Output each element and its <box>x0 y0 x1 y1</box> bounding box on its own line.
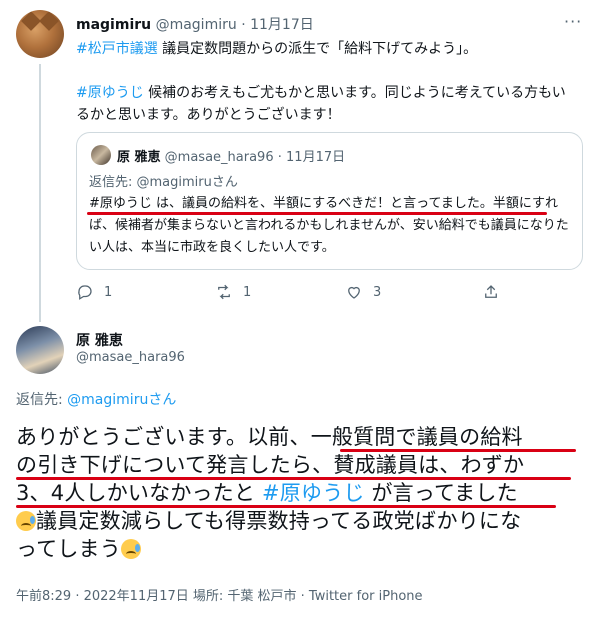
thread-line <box>39 64 41 322</box>
share-button[interactable] <box>482 283 500 301</box>
red-underline <box>340 449 576 452</box>
red-underline <box>87 212 547 215</box>
text-line: ありがとうございます。以前、一般質問で議員の給料 <box>16 425 523 449</box>
quoted-display-name: 原 雅恵 <box>117 150 161 165</box>
reply-icon <box>78 285 92 300</box>
quoted-text: #原ゆうじ は、議員の給料を、半額にするべきだ！と言ってました。半額にすれば、候… <box>89 196 569 255</box>
tweet-text: ありがとうございます。以前、一般質問で議員の給料 の引き下げについて発言したら、… <box>16 423 586 563</box>
display-name[interactable]: magimiru <box>76 17 151 33</box>
quoted-date: 11月17日 <box>286 150 346 165</box>
tweet-date[interactable]: 11月17日 <box>250 17 314 33</box>
separator-dot: · <box>241 17 246 33</box>
display-name[interactable]: 原 雅恵 <box>76 330 123 350</box>
quoted-avatar <box>91 145 111 165</box>
sad-face-emoji-icon <box>16 511 36 531</box>
hashtag-link[interactable]: #松戸市議選 <box>76 41 158 57</box>
text-line: 議員定数減らしても得票数持ってる政党ばかりにな <box>16 507 586 535</box>
text-line: ってしまう <box>16 535 586 563</box>
heart-icon <box>348 286 360 299</box>
tweet-header: magimiru @magimiru · 11月17日 <box>76 14 314 34</box>
retweet-icon <box>218 284 230 300</box>
share-icon <box>485 285 497 298</box>
red-underline <box>16 477 571 480</box>
quoted-handle: @masae_hara96 <box>164 150 274 165</box>
cat-ear-right <box>39 11 59 31</box>
quoted-reply-to: 返信先: @magimiruさん <box>89 175 238 190</box>
user-handle[interactable]: @magimiru <box>156 17 237 33</box>
text-line: 3、4人しかいなかったと #原ゆうじ が言ってました <box>16 481 518 505</box>
hashtag-link[interactable]: #原ゆうじ <box>262 481 365 505</box>
avatar[interactable] <box>16 326 64 374</box>
tweet-metadata: 午前8:29 · 2022年11月17日 場所: 千葉 松戸市 · Twitte… <box>16 589 423 604</box>
tweet-text: #松戸市議選 議員定数問題からの派生で「給料下げてみよう」。 #原ゆうじ 候補の… <box>76 41 566 123</box>
more-options-icon[interactable]: ··· <box>564 12 582 31</box>
like-button[interactable]: 3 <box>345 283 381 301</box>
cat-ear-left <box>21 11 41 31</box>
sad-face-emoji-icon <box>120 539 141 559</box>
text-line: の引き下げについて発言したら、賛成議員は、わずか <box>16 453 525 477</box>
quoted-tweet-card[interactable]: 原 雅恵 @masae_hara96 · 11月17日 返信先: @magimi… <box>76 132 583 270</box>
retweet-button[interactable]: 1 <box>215 283 251 301</box>
red-underline <box>16 505 556 508</box>
hashtag-link[interactable]: #原ゆうじ <box>76 85 144 101</box>
avatar[interactable] <box>16 10 64 58</box>
reply-to-link[interactable]: @magimiruさん <box>67 392 176 408</box>
reply-button[interactable]: 1 <box>76 283 112 301</box>
user-handle[interactable]: @masae_hara96 <box>76 350 185 365</box>
reply-to: 返信先: @magimiruさん <box>16 392 177 408</box>
quoted-header: 原 雅恵 @masae_hara96 · 11月17日 <box>117 150 346 165</box>
